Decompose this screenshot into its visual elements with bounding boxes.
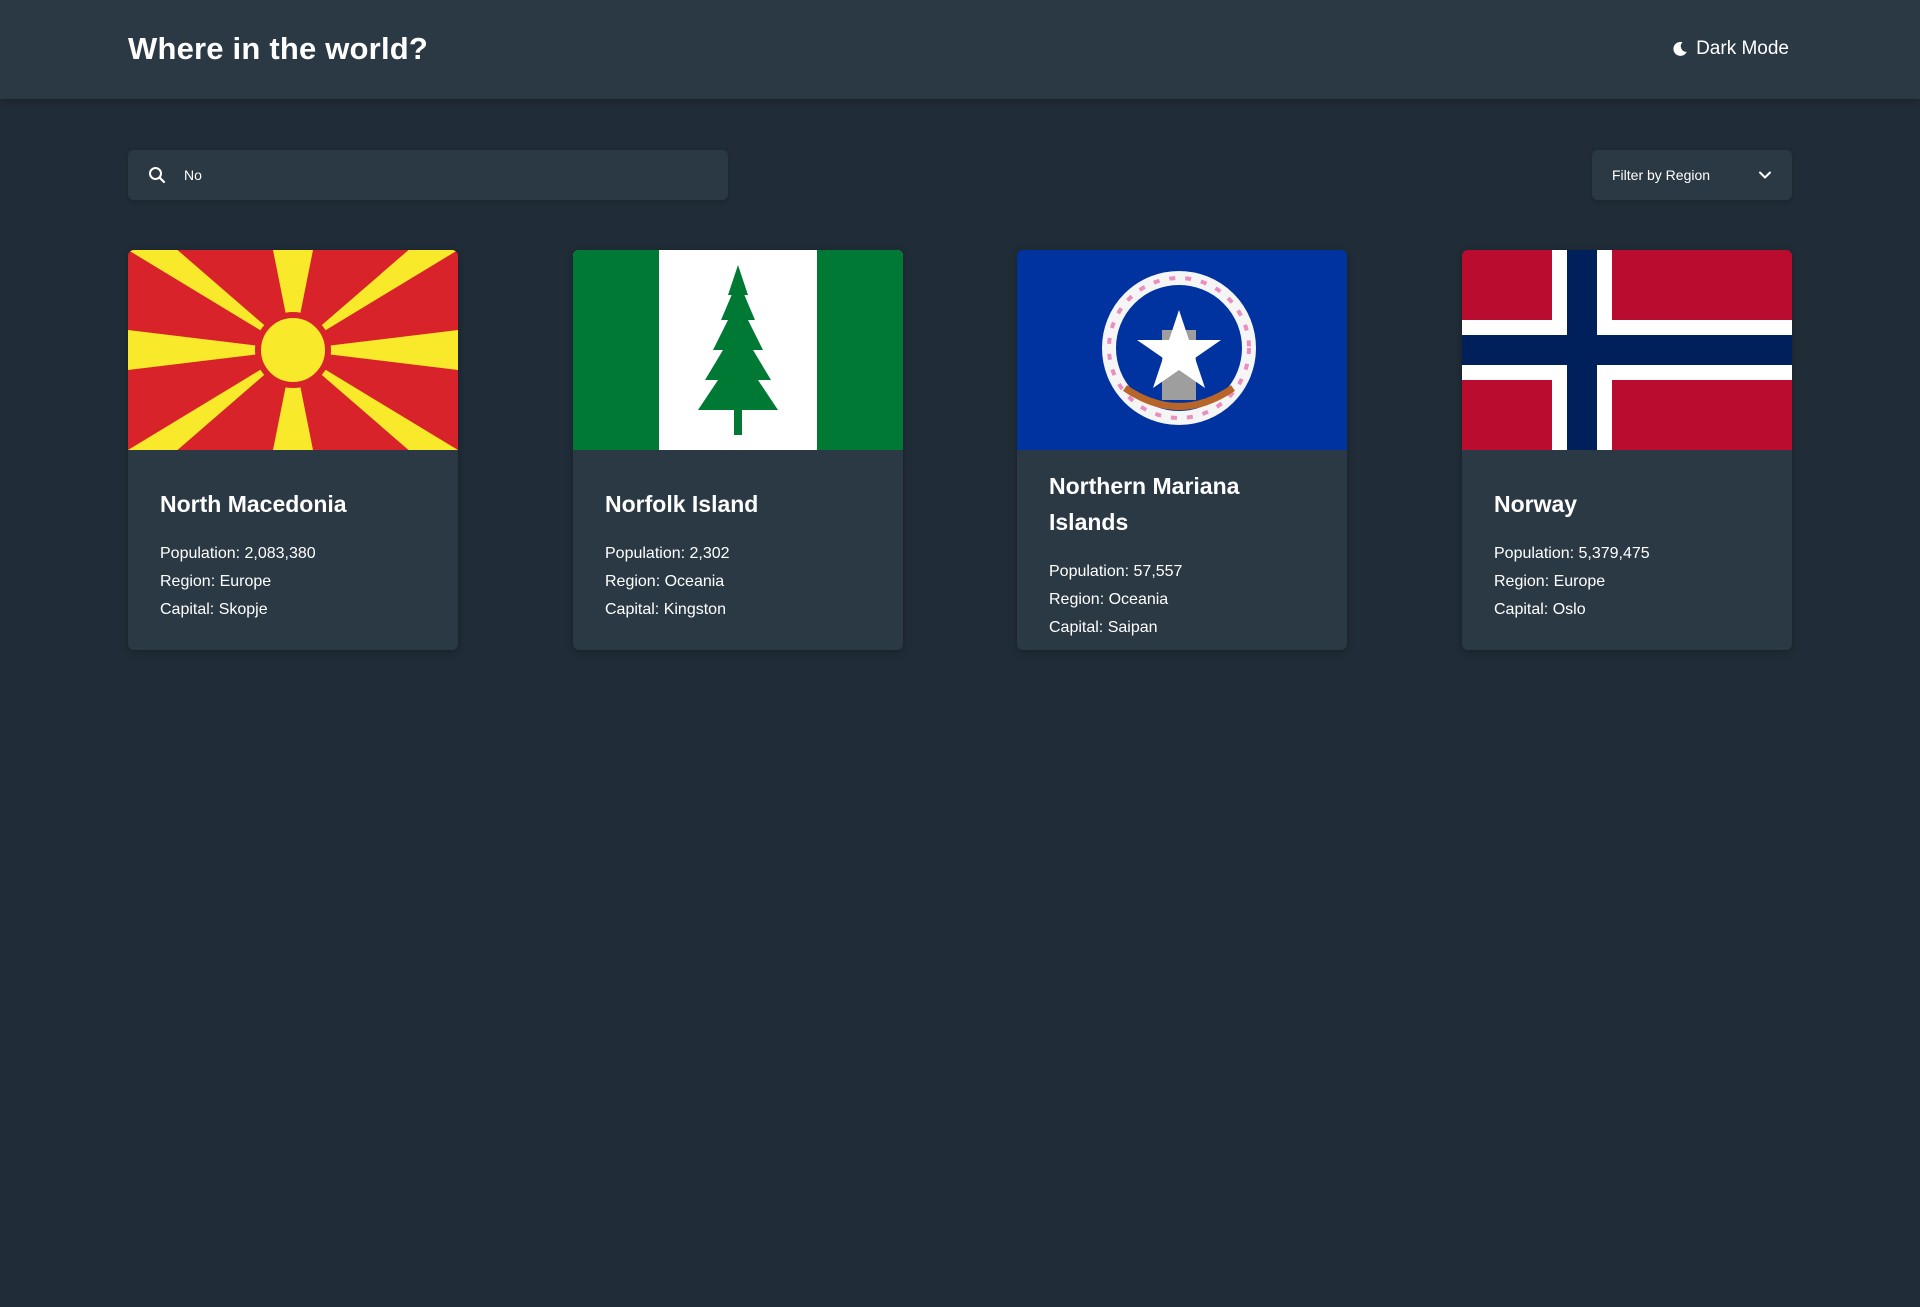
population-label: Population: — [605, 545, 686, 562]
country-name: Northern Mariana Islands — [1049, 473, 1240, 535]
population-label: Population: — [160, 545, 241, 562]
card-body: North Macedonia Population: 2,083,380 Re… — [160, 450, 434, 624]
region-value: Oceania — [664, 573, 725, 590]
capital-stat: Capital: Skopje — [160, 596, 434, 624]
population-value: 2,083,380 — [244, 545, 316, 562]
dark-mode-toggle[interactable]: Dark Mode — [1672, 38, 1789, 60]
search-icon — [149, 167, 166, 184]
card-body: Norway Population: 5,379,475 Region: Eur… — [1494, 450, 1768, 624]
card-body: Northern Mariana Islands Population: 57,… — [1049, 450, 1323, 642]
region-stat: Region: Oceania — [1049, 586, 1323, 614]
capital-value: Oslo — [1552, 601, 1586, 618]
country-card[interactable]: Northern Mariana Islands Population: 57,… — [1017, 250, 1347, 650]
capital-stat: Capital: Oslo — [1494, 596, 1768, 624]
region-label: Region: — [605, 573, 661, 590]
population-label: Population: — [1494, 545, 1575, 562]
country-card[interactable]: Norfolk Island Population: 2,302 Region:… — [573, 250, 903, 650]
region-stat: Region: Europe — [160, 568, 434, 596]
chevron-down-icon — [1759, 171, 1771, 179]
search-box[interactable] — [128, 150, 728, 200]
country-card[interactable]: Norway Population: 5,379,475 Region: Eur… — [1462, 250, 1792, 650]
capital-label: Capital: — [1049, 619, 1104, 636]
top-header: Where in the world? Dark Mode — [0, 0, 1920, 99]
search-input[interactable] — [184, 150, 704, 200]
country-card[interactable]: North Macedonia Population: 2,083,380 Re… — [128, 250, 458, 650]
capital-stat: Capital: Saipan — [1049, 614, 1323, 642]
capital-stat: Capital: Kingston — [605, 596, 879, 624]
population-stat: Population: 5,379,475 — [1494, 540, 1768, 568]
norway-flag — [1462, 250, 1792, 450]
region-label: Region: — [160, 573, 216, 590]
capital-label: Capital: — [605, 601, 660, 618]
region-value: Oceania — [1108, 591, 1169, 608]
country-name: Norway — [1494, 491, 1578, 517]
capital-value: Kingston — [663, 601, 726, 618]
population-stat: Population: 2,302 — [605, 540, 879, 568]
region-stat: Region: Oceania — [605, 568, 879, 596]
population-value: 5,379,475 — [1578, 545, 1650, 562]
region-value: Europe — [219, 573, 272, 590]
moon-icon — [1673, 41, 1687, 56]
region-filter-dropdown[interactable]: Filter by Region — [1592, 150, 1792, 200]
capital-value: Skopje — [218, 601, 268, 618]
capital-label: Capital: — [160, 601, 215, 618]
norfolk-island-flag — [573, 250, 903, 450]
dark-mode-label: Dark Mode — [1696, 38, 1789, 59]
north-macedonia-flag — [128, 250, 458, 450]
country-name: Norfolk Island — [605, 491, 759, 517]
population-label: Population: — [1049, 563, 1130, 580]
region-stat: Region: Europe — [1494, 568, 1768, 596]
population-stat: Population: 2,083,380 — [160, 540, 434, 568]
population-value: 2,302 — [689, 545, 730, 562]
capital-value: Saipan — [1107, 619, 1158, 636]
region-label: Region: — [1049, 591, 1105, 608]
region-label: Region: — [1494, 573, 1550, 590]
region-value: Europe — [1553, 573, 1606, 590]
capital-label: Capital: — [1494, 601, 1549, 618]
population-stat: Population: 57,557 — [1049, 558, 1323, 586]
country-name: North Macedonia — [160, 491, 347, 517]
population-value: 57,557 — [1133, 563, 1183, 580]
northern-mariana-islands-flag — [1017, 250, 1347, 450]
card-body: Norfolk Island Population: 2,302 Region:… — [605, 450, 879, 624]
region-filter-label: Filter by Region — [1612, 167, 1711, 183]
app-title: Where in the world? — [128, 31, 429, 66]
